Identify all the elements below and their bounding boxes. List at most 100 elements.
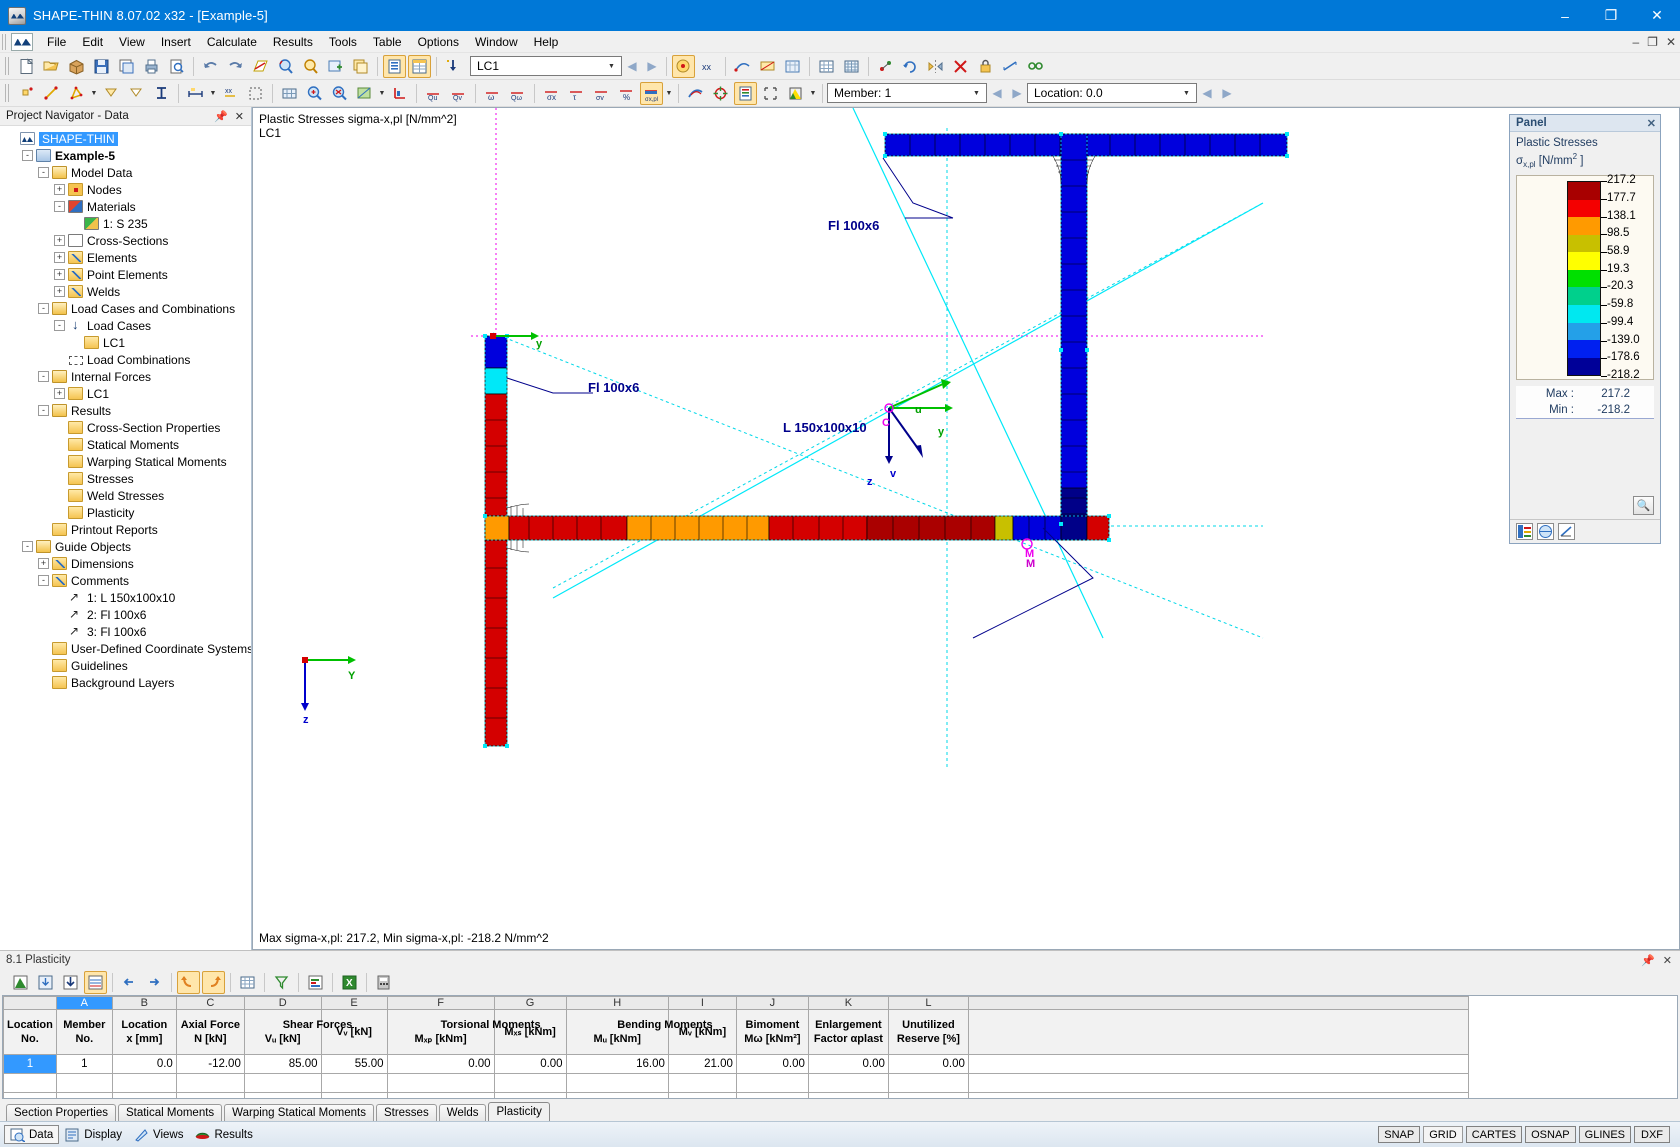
close-icon[interactable]: ✕ <box>235 110 244 123</box>
prev-icon[interactable] <box>118 971 141 994</box>
collapse-icon[interactable]: - <box>38 371 49 382</box>
status-button-results[interactable]: Results <box>189 1125 258 1144</box>
close-icon[interactable]: ✕ <box>1647 117 1656 130</box>
status-toggle-glines[interactable]: GLINES <box>1579 1126 1631 1143</box>
column-letter-H[interactable]: H <box>566 997 668 1010</box>
column-letter-corner[interactable] <box>4 997 57 1010</box>
crop-icon[interactable] <box>759 82 782 105</box>
pin-icon[interactable]: 📌 <box>214 110 228 123</box>
tree-item-elements[interactable]: +Elements <box>0 249 251 266</box>
expand-icon[interactable]: + <box>54 252 65 263</box>
node-tool-icon[interactable] <box>874 55 897 78</box>
select-region-icon[interactable] <box>244 82 267 105</box>
line-icon[interactable] <box>40 82 63 105</box>
settings-icon[interactable] <box>84 971 107 994</box>
menu-options[interactable]: Options <box>410 32 467 52</box>
toolbar-grip[interactable] <box>5 57 11 75</box>
tree-item-user-defined-coordinate-systems[interactable]: User-Defined Coordinate Systems <box>0 640 251 657</box>
expand-icon[interactable]: + <box>38 558 49 569</box>
annotation-label[interactable]: L 150x100x10 <box>783 420 867 435</box>
cell-mv[interactable]: 21.00 <box>668 1055 736 1074</box>
tree-item-statical-moments[interactable]: Statical Moments <box>0 436 251 453</box>
table-row-empty[interactable] <box>4 1074 1469 1093</box>
expand-icon[interactable]: + <box>54 269 65 280</box>
save-icon[interactable] <box>90 55 113 78</box>
loadcase-next-button[interactable]: ▶ <box>642 55 662 78</box>
element2-icon[interactable] <box>125 82 148 105</box>
export-icon[interactable] <box>9 971 32 994</box>
cell-empty[interactable] <box>494 1074 566 1093</box>
download-icon[interactable] <box>59 971 82 994</box>
scale-icon[interactable] <box>1537 523 1554 540</box>
cell-empty[interactable] <box>176 1074 244 1093</box>
chart-icon[interactable] <box>304 971 327 994</box>
tree-item-cross-section-properties[interactable]: Cross-Section Properties <box>0 419 251 436</box>
cell-empty[interactable] <box>668 1074 736 1093</box>
mdi-close-button[interactable]: ✕ <box>1666 35 1676 49</box>
cell-empty[interactable] <box>808 1074 888 1093</box>
column-letter-A[interactable]: A <box>56 997 112 1010</box>
status-toggle-cartes[interactable]: CARTES <box>1466 1126 1522 1143</box>
dimension-dropdown-icon[interactable]: ▼ <box>208 82 218 105</box>
navigator-tree[interactable]: SHAPE-THIN-Example-5-Model Data+Nodes-Ma… <box>0 126 251 950</box>
tree-item-1-s-235[interactable]: 1: S 235 <box>0 215 251 232</box>
table-grid-icon[interactable] <box>408 55 431 78</box>
cell-empty[interactable] <box>56 1074 112 1093</box>
undo-icon[interactable] <box>199 55 222 78</box>
mesh-icon[interactable] <box>278 82 301 105</box>
stress-dropdown-icon[interactable]: ▼ <box>664 82 674 105</box>
tree-item-3-fl-100x6[interactable]: 3: Fl 100x6 <box>0 623 251 640</box>
render-icon[interactable] <box>353 82 376 105</box>
table-body[interactable]: 110.0-12.0085.0055.000.000.0016.0021.000… <box>4 1055 1469 1100</box>
polygon-icon[interactable] <box>65 82 88 105</box>
status-toggle-grid[interactable]: GRID <box>1423 1126 1463 1143</box>
loadcase-combo[interactable]: LC1 ▼ <box>470 56 622 76</box>
omega-icon[interactable]: ω <box>481 82 504 105</box>
xx-label-icon[interactable]: xx <box>697 55 720 78</box>
menu-edit[interactable]: Edit <box>74 32 111 52</box>
menu-file[interactable]: File <box>39 32 74 52</box>
undo-icon[interactable] <box>177 971 200 994</box>
collapse-icon[interactable]: - <box>38 167 49 178</box>
drawing-canvas[interactable]: Plastic Stresses sigma-x,pl [N/mm^2] LC1… <box>252 107 1680 950</box>
cell-vv[interactable]: 55.00 <box>321 1055 387 1074</box>
cross-section-drawing[interactable]: C M <box>253 108 1331 798</box>
polygon-dropdown-icon[interactable]: ▼ <box>89 82 99 105</box>
thickness-icon[interactable] <box>150 82 173 105</box>
filter-icon[interactable] <box>270 971 293 994</box>
qu-icon[interactable]: Qu <box>422 82 445 105</box>
coordinate-icon[interactable]: xx <box>219 82 242 105</box>
element-icon[interactable] <box>100 82 123 105</box>
menu-tools[interactable]: Tools <box>321 32 365 52</box>
status-button-data[interactable]: Data <box>4 1125 59 1144</box>
sigma-xpl-icon[interactable]: σx,pl <box>640 82 663 105</box>
chevron-down-icon[interactable]: ▼ <box>969 84 984 102</box>
tree-item-load-combinations[interactable]: Load Combinations <box>0 351 251 368</box>
member-prev-button[interactable]: ◀ <box>987 82 1007 105</box>
zoom-icon[interactable]: 🔍 <box>1633 496 1654 515</box>
minimize-button[interactable]: – <box>1542 0 1588 31</box>
tree-item-guidelines[interactable]: Guidelines <box>0 657 251 674</box>
expand-icon[interactable]: + <box>54 184 65 195</box>
cell-alpha-plast[interactable]: 0.00 <box>808 1055 888 1074</box>
mirror-tool-icon[interactable] <box>924 55 947 78</box>
tree-item-materials[interactable]: -Materials <box>0 198 251 215</box>
cell-empty[interactable] <box>321 1074 387 1093</box>
tree-item-warping-statical-moments[interactable]: Warping Statical Moments <box>0 453 251 470</box>
tree-item-comments[interactable]: -Comments <box>0 572 251 589</box>
menu-insert[interactable]: Insert <box>153 32 199 52</box>
column-letter-E[interactable]: E <box>321 997 387 1010</box>
percent-icon[interactable]: % <box>615 82 638 105</box>
menu-results[interactable]: Results <box>265 32 321 52</box>
status-toggle-osnap[interactable]: OSNAP <box>1525 1126 1576 1143</box>
tree-item-dimensions[interactable]: +Dimensions <box>0 555 251 572</box>
cell-location-x[interactable]: 0.0 <box>112 1055 176 1074</box>
redo-icon[interactable] <box>202 971 225 994</box>
cell-empty[interactable] <box>736 1074 808 1093</box>
status-button-views[interactable]: Views <box>128 1125 189 1144</box>
redo-icon[interactable] <box>224 55 247 78</box>
column-letter-K[interactable]: K <box>808 997 888 1010</box>
target-icon[interactable] <box>709 82 732 105</box>
member-combo[interactable]: Member: 1 ▼ <box>827 83 987 103</box>
insert-window-icon[interactable] <box>324 55 347 78</box>
